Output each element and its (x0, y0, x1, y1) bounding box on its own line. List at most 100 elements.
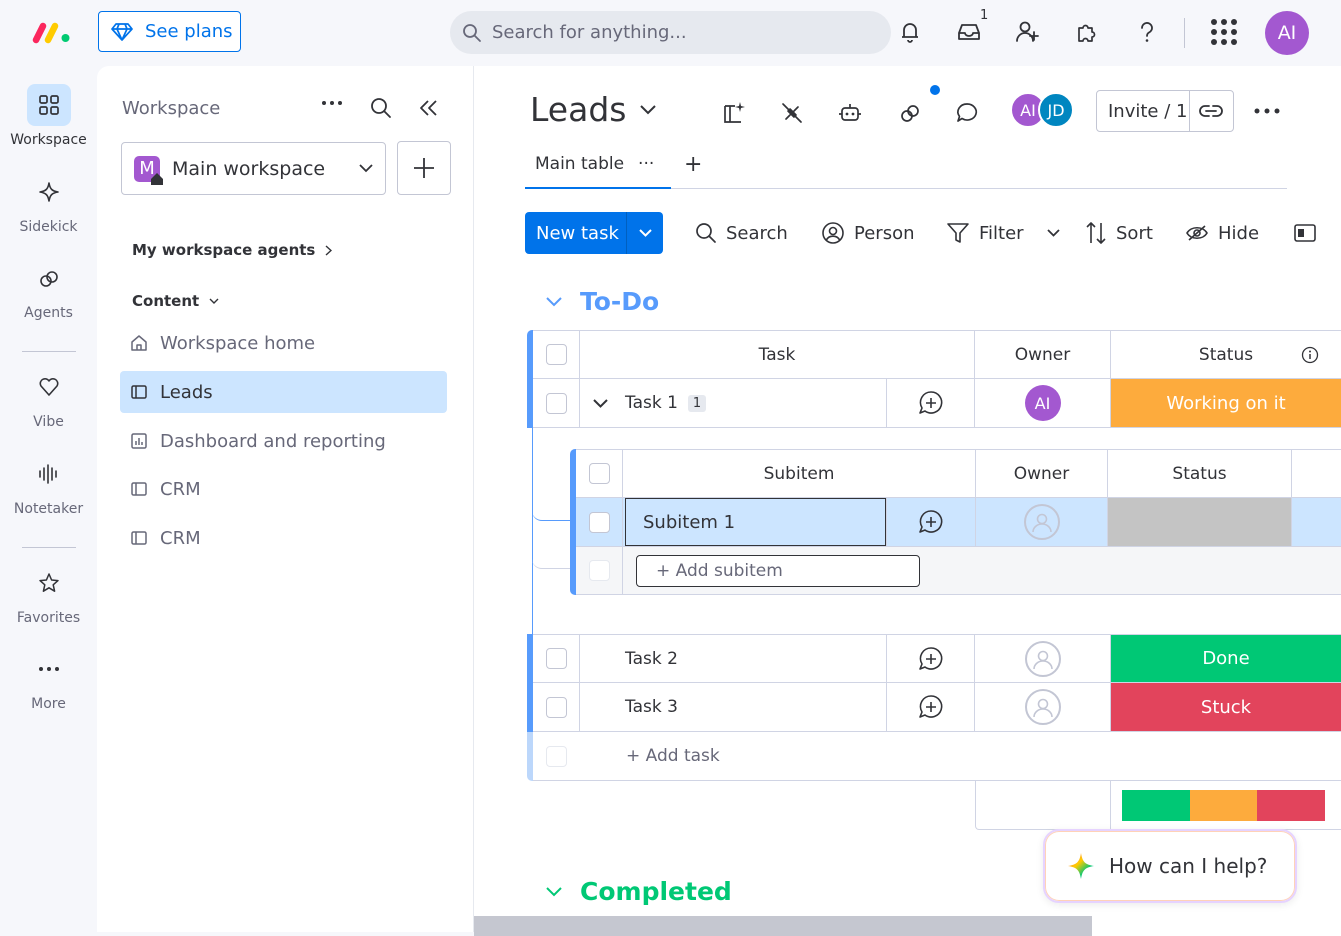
table-row-task-2[interactable]: Task 2 (580, 634, 887, 683)
status-cell[interactable]: Stuck (1111, 683, 1341, 732)
add-subitem-row[interactable]: + Add subitem (623, 547, 1341, 595)
search-tool[interactable]: Search (695, 212, 788, 254)
subitem-name-editor[interactable]: Subitem 1 (625, 498, 886, 546)
nav-item-workspace-home[interactable]: Workspace home (120, 322, 447, 364)
owner-cell[interactable] (976, 498, 1108, 547)
column-header-status[interactable]: Status (1111, 330, 1341, 379)
horizontal-scrollbar[interactable] (474, 916, 1092, 936)
select-all-cell[interactable] (533, 330, 580, 379)
tab-options-icon[interactable]: ··· (638, 154, 654, 174)
invite-button[interactable]: Invite / 1 (1096, 90, 1234, 132)
layout-tool[interactable] (1294, 212, 1316, 254)
agents-icon[interactable] (896, 99, 924, 127)
board-title[interactable]: Leads (530, 90, 657, 129)
subitem-row[interactable]: Subitem 1 (623, 498, 887, 547)
collapse-panel-icon[interactable] (419, 99, 439, 117)
add-item-button[interactable] (397, 141, 451, 195)
add-update-icon[interactable] (918, 646, 944, 672)
new-task-dropdown[interactable] (626, 212, 663, 254)
add-update-cell[interactable] (887, 634, 975, 683)
row-checkbox[interactable] (545, 392, 567, 414)
subitem-column-header-status[interactable]: Status (1108, 449, 1292, 498)
rail-item-notetaker[interactable]: Notetaker (0, 453, 97, 517)
bell-icon[interactable] (895, 17, 925, 47)
select-all-checkbox[interactable] (588, 463, 610, 484)
row-select-cell[interactable] (533, 379, 580, 428)
row-checkbox[interactable] (588, 511, 610, 533)
workspace-options-icon[interactable] (321, 100, 343, 106)
row-select-cell[interactable] (533, 634, 580, 683)
row-select-cell[interactable] (533, 683, 580, 732)
app-grid-icon[interactable] (1209, 17, 1239, 47)
sort-tool[interactable]: Sort (1085, 212, 1153, 254)
rail-item-agents[interactable]: Agents (0, 257, 97, 321)
rail-item-workspace[interactable]: Workspace (0, 84, 97, 148)
sidekick-board-icon[interactable] (720, 99, 748, 127)
owner-cell[interactable] (975, 683, 1111, 732)
status-cell-empty[interactable] (1108, 498, 1292, 547)
invite-user-icon[interactable] (1013, 17, 1043, 47)
see-plans-button[interactable]: See plans (98, 11, 241, 52)
add-update-icon[interactable] (918, 390, 944, 416)
nav-item-crm[interactable]: CRM (120, 468, 447, 510)
empty-person-icon[interactable] (1024, 689, 1061, 725)
search-icon[interactable] (370, 97, 392, 119)
group-header-completed[interactable]: Completed (546, 877, 732, 906)
rail-item-sidekick[interactable]: Sidekick (0, 171, 97, 235)
column-header-owner[interactable]: Owner (975, 330, 1111, 379)
workspace-agents-link[interactable]: My workspace agents (132, 241, 333, 259)
member-avatar[interactable]: JD (1038, 92, 1074, 128)
person-filter-tool[interactable]: Person (821, 212, 915, 254)
owner-cell[interactable] (975, 634, 1111, 683)
rail-item-more[interactable]: More (0, 648, 97, 712)
subitem-column-header-name[interactable]: Subitem (623, 449, 976, 498)
owner-avatar[interactable]: AI (1024, 385, 1061, 421)
table-row-task-1[interactable]: Task 1 1 (580, 379, 887, 428)
status-summary-cell[interactable] (1111, 781, 1341, 830)
table-row-task-3[interactable]: Task 3 (580, 683, 887, 732)
updates-chat-icon[interactable] (953, 99, 981, 127)
rail-item-favorites[interactable]: Favorites (0, 562, 97, 626)
add-update-cell[interactable] (887, 498, 976, 547)
hide-tool[interactable]: Hide (1185, 212, 1259, 254)
empty-person-icon[interactable] (1024, 640, 1061, 677)
filter-tool[interactable]: Filter (946, 212, 1060, 254)
integrations-icon[interactable] (778, 99, 806, 127)
add-update-icon[interactable] (918, 694, 944, 720)
group-header-todo[interactable]: To-Do (546, 287, 659, 316)
nav-item-leads[interactable]: Leads (120, 371, 447, 413)
status-cell[interactable]: Working on it (1111, 379, 1341, 428)
add-update-cell[interactable] (887, 379, 975, 428)
select-all-checkbox[interactable] (545, 344, 567, 365)
content-section-toggle[interactable]: Content (132, 292, 219, 310)
subitem-select-all[interactable] (576, 449, 623, 498)
global-search-input[interactable]: Search for anything... (450, 11, 891, 54)
add-task-row[interactable]: + Add task (580, 732, 1341, 781)
help-icon[interactable] (1132, 17, 1162, 47)
row-select-cell[interactable] (576, 498, 623, 547)
subitem-column-header-owner[interactable]: Owner (976, 449, 1108, 498)
tab-main-table[interactable]: Main table ··· (525, 152, 671, 189)
add-update-icon[interactable] (918, 509, 944, 535)
status-cell[interactable]: Done (1111, 634, 1341, 683)
row-checkbox[interactable] (545, 696, 567, 718)
new-task-button[interactable]: New task (525, 212, 663, 254)
user-avatar[interactable]: AI (1265, 11, 1309, 55)
row-checkbox[interactable] (545, 648, 567, 669)
add-update-cell[interactable] (887, 683, 975, 732)
ai-help-button[interactable]: How can I help? (1043, 829, 1297, 903)
workspace-selector[interactable]: M Main workspace (121, 142, 386, 195)
column-header-task[interactable]: Task (580, 330, 975, 379)
board-more-icon[interactable] (1254, 108, 1280, 114)
monday-logo[interactable] (32, 20, 72, 44)
copy-link-button[interactable] (1188, 91, 1233, 131)
chevron-down-icon[interactable] (593, 398, 608, 408)
rail-item-vibe[interactable]: Vibe (0, 366, 97, 430)
apps-puzzle-icon[interactable] (1072, 17, 1102, 47)
add-subitem-input[interactable]: + Add subitem (636, 554, 920, 587)
owner-cell[interactable]: AI (975, 379, 1111, 428)
nav-item-dashboard[interactable]: Dashboard and reporting (120, 420, 447, 462)
automations-robot-icon[interactable] (836, 99, 864, 127)
nav-item-crm[interactable]: CRM (120, 517, 447, 559)
empty-person-icon[interactable] (1023, 504, 1060, 540)
